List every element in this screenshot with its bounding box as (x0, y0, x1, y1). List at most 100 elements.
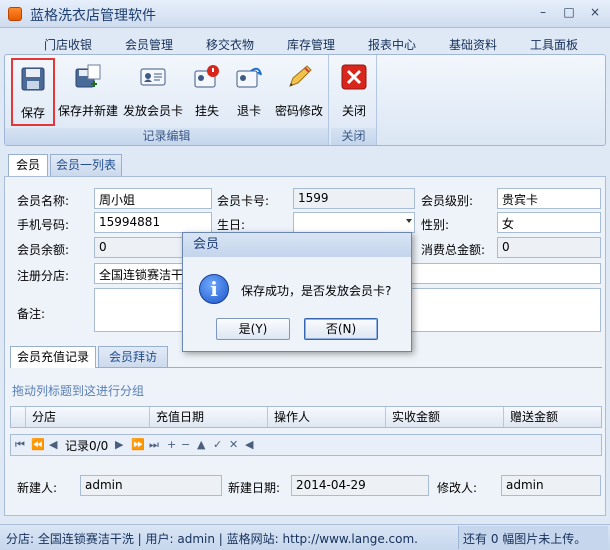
save-icon (21, 67, 45, 91)
save-new-icon (75, 64, 101, 88)
report-loss-icon (194, 65, 219, 88)
restore-button[interactable]: □ (558, 4, 580, 22)
phone-field[interactable]: 15994881 (94, 212, 212, 233)
change-password-button[interactable]: 密码修改 (271, 58, 327, 126)
return-card-button[interactable]: 退卡 (229, 58, 269, 126)
next-page-icon[interactable]: ⏩ (131, 438, 145, 451)
save-and-new-label: 保存并新建 (57, 104, 118, 118)
confirm-dialog: 会员 i 保存成功，是否发放会员卡? 是(Y) 否(N) (182, 232, 412, 352)
menu-members[interactable]: 会员管理 (125, 36, 173, 53)
window-title: 蓝格洗衣店管理软件 (30, 8, 156, 24)
grid-header: 分店 充值日期 操作人 实收金额 赠送金额 (10, 406, 602, 428)
ribbon-group-close: 关闭 关闭 (331, 55, 377, 145)
prev-page-icon[interactable]: ⏪ (31, 438, 45, 451)
status-info: 分店: 全国连锁赛洁干洗 | 用户: admin | 蓝格网站: http://… (6, 532, 418, 546)
ribbon-group-close-label: 关闭 (331, 128, 376, 145)
group-by-hint: 拖动列标题到这进行分组 (12, 384, 145, 398)
level-label: 会员级别: (421, 194, 474, 208)
report-loss-label: 挂失 (194, 104, 219, 118)
status-bar: 分店: 全国连锁赛洁干洗 | 用户: admin | 蓝格网站: http://… (0, 524, 610, 550)
upload-status: 还有 0 幅图片未上传。 (458, 526, 608, 549)
return-card-label: 退卡 (236, 104, 261, 118)
column-header-operator[interactable]: 操作人 (267, 407, 385, 427)
tab-recharge-records[interactable]: 会员充值记录 (10, 346, 96, 368)
ribbon-group-edit: 保存 保存并新建 发放会员卡 挂失 退卡 密码修改 记录编辑 (5, 55, 329, 145)
name-label: 会员名称: (17, 194, 70, 208)
card-no-field: 1599 (293, 188, 415, 209)
prev-record-icon[interactable]: ◀ (49, 438, 57, 451)
column-header-received-amount[interactable]: 实收金额 (385, 407, 503, 427)
cancel-record-icon[interactable]: ✕ (229, 438, 238, 451)
close-button[interactable]: 关闭 (333, 58, 375, 126)
name-field[interactable]: 周小姐 (94, 188, 212, 209)
confirm-record-icon[interactable]: ✓ (213, 438, 222, 451)
menu-tools[interactable]: 工具面板 (530, 36, 578, 53)
app-icon (8, 7, 22, 21)
last-record-icon[interactable]: ⏭ (149, 438, 159, 452)
birthday-picker[interactable] (293, 212, 415, 233)
column-header-recharge-date[interactable]: 充值日期 (149, 407, 267, 427)
issue-card-button[interactable]: 发放会员卡 (121, 58, 185, 126)
creator-label: 新建人: (17, 481, 58, 495)
branch-label: 注册分店: (17, 269, 70, 283)
menu-inventory[interactable]: 库存管理 (287, 36, 335, 53)
change-password-icon (289, 65, 312, 87)
created-date-label: 新建日期: (228, 481, 281, 495)
tab-member-visits[interactable]: 会员拜访 (98, 346, 168, 368)
level-select[interactable]: 贵宾卡 (497, 188, 601, 209)
save-and-new-button[interactable]: 保存并新建 (57, 58, 119, 126)
delete-record-icon[interactable]: − (181, 438, 190, 451)
menu-basic-data[interactable]: 基础资料 (449, 36, 497, 53)
minimize-button[interactable]: – (532, 4, 554, 22)
total-spent-label: 消费总金额: (421, 243, 486, 257)
issue-card-label: 发放会员卡 (122, 104, 183, 118)
dialog-no-button[interactable]: 否(N) (304, 318, 378, 340)
close-label: 关闭 (341, 104, 366, 118)
created-date-field: 2014-04-29 (291, 475, 429, 496)
gender-value: 女 (502, 217, 515, 231)
subtab-divider (10, 367, 602, 368)
menu-transfer-clothes[interactable]: 移交衣物 (206, 36, 254, 53)
return-card-icon (236, 67, 262, 88)
next-record-icon[interactable]: ▶ (115, 438, 123, 451)
remark-label: 备注: (17, 307, 46, 321)
record-counter: 记录0/0 (65, 439, 109, 453)
edit-record-icon[interactable]: ▲ (197, 438, 205, 451)
change-password-label: 密码修改 (274, 104, 323, 118)
info-icon: i (199, 274, 229, 304)
report-loss-button[interactable]: 挂失 (187, 58, 227, 126)
title-bar: 蓝格洗衣店管理软件 – □ × (0, 0, 610, 28)
first-record-icon[interactable]: ⏮ (15, 438, 25, 452)
add-record-icon[interactable]: + (167, 438, 176, 451)
modifier-field: admin (501, 475, 601, 496)
modifier-label: 修改人: (437, 481, 478, 495)
total-spent-field: 0 (497, 237, 601, 258)
grid-navigator: ⏮ ⏪ ◀ 记录0/0 ▶ ⏩ ⏭ + − ▲ ✓ ✕ ◀ (10, 434, 602, 456)
issue-card-icon (140, 68, 166, 86)
tab-member-list[interactable]: 会员一列表 (50, 154, 122, 176)
menu-bar: 门店收银 会员管理 移交衣物 库存管理 报表中心 基础资料 工具面板 (0, 30, 610, 54)
menu-reports[interactable]: 报表中心 (368, 36, 416, 53)
balance-label: 会员余额: (17, 243, 70, 257)
level-value: 贵宾卡 (502, 193, 539, 207)
close-icon (341, 64, 367, 90)
creator-field: admin (80, 475, 222, 496)
column-header-branch[interactable]: 分店 (25, 407, 149, 427)
save-button[interactable]: 保存 (11, 58, 55, 126)
ribbon-group-edit-label: 记录编辑 (5, 128, 328, 145)
column-header-bonus-amount[interactable]: 赠送金额 (503, 407, 601, 427)
close-window-button[interactable]: × (584, 4, 606, 22)
gender-select[interactable]: 女 (497, 212, 601, 233)
card-no-label: 会员卡号: (217, 194, 270, 208)
gender-label: 性别: (421, 218, 450, 232)
dialog-yes-button[interactable]: 是(Y) (216, 318, 290, 340)
birthday-label: 生日: (217, 218, 246, 232)
chevron-down-icon[interactable] (406, 219, 412, 223)
dialog-title: 会员 (183, 233, 411, 257)
tab-member[interactable]: 会员 (8, 154, 48, 176)
ribbon: 保存 保存并新建 发放会员卡 挂失 退卡 密码修改 记录编辑 关闭 关闭 (4, 54, 606, 146)
menu-cashier[interactable]: 门店收银 (44, 36, 92, 53)
phone-label: 手机号码: (17, 218, 70, 232)
dialog-message: 保存成功，是否发放会员卡? (241, 284, 392, 298)
scroll-left-icon[interactable]: ◀ (245, 438, 253, 451)
